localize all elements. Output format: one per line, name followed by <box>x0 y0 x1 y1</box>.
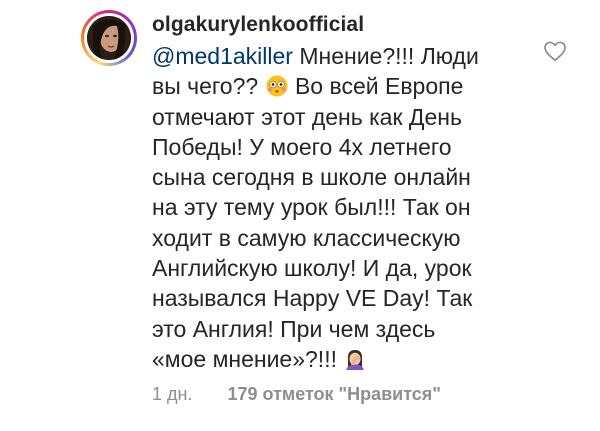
story-ring[interactable] <box>81 10 137 66</box>
avatar-border <box>84 13 134 63</box>
comment-text: @med1akiller Мнение?!!! Люди вы чего?? В… <box>152 41 522 374</box>
mention-link[interactable]: @med1akiller <box>152 43 293 69</box>
avatar[interactable] <box>87 16 131 60</box>
like-count[interactable]: 179 отметок "Нравится" <box>227 384 440 405</box>
username[interactable]: olgakurylenkoofficial <box>152 10 532 40</box>
comment-text-part-2: Во всей Европе отмечают этот день как Де… <box>152 73 473 372</box>
heart-outline-icon <box>544 41 566 62</box>
woman-facepalming-emoji <box>346 349 365 370</box>
flushed-face-emoji <box>266 75 288 97</box>
timestamp[interactable]: 1 дн. <box>152 384 192 405</box>
comment: olgakurylenkoofficial @med1akiller Мнени… <box>0 0 600 431</box>
comment-meta: 1 дн. 179 отметок "Нравится" <box>152 384 441 405</box>
comment-body: olgakurylenkoofficial @med1akiller Мнени… <box>152 10 532 374</box>
avatar-photo <box>87 16 131 60</box>
like-button[interactable] <box>542 38 568 64</box>
